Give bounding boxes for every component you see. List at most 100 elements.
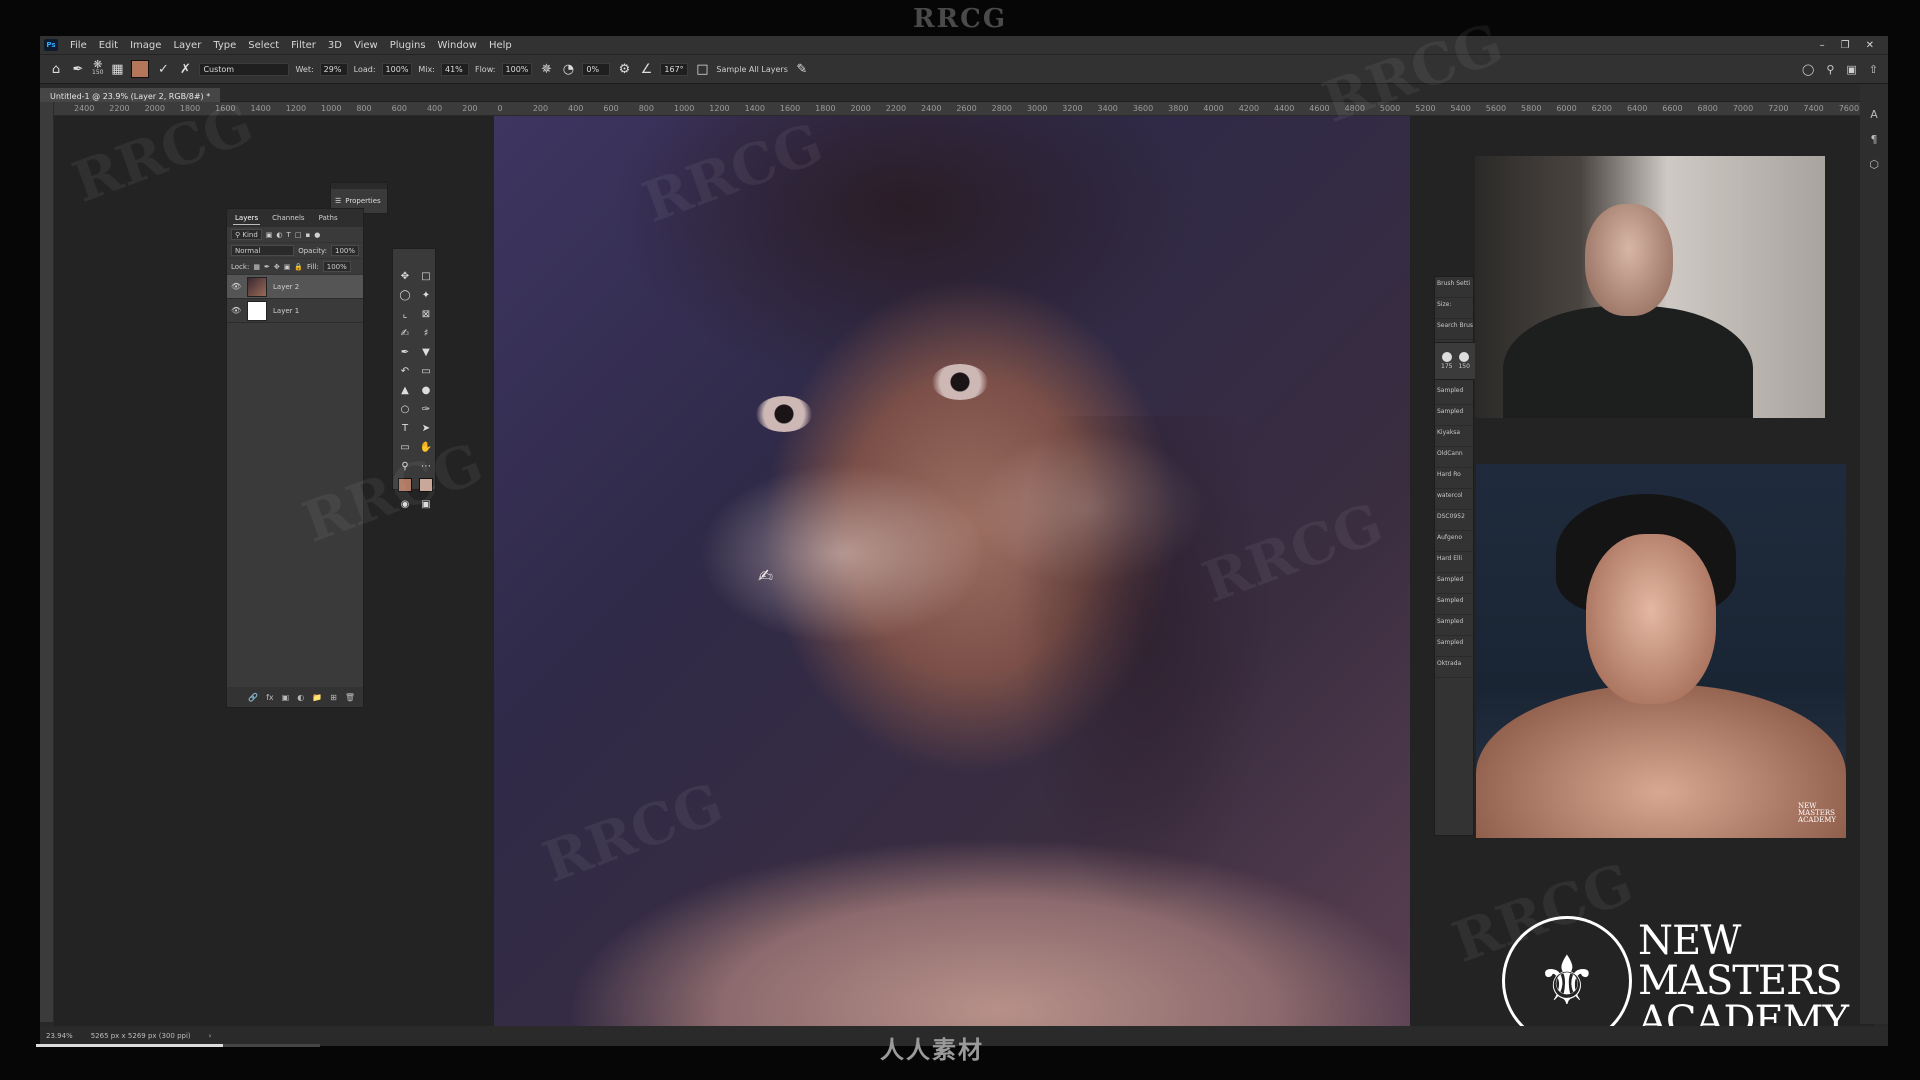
add-mask-icon[interactable]: ▣ (282, 693, 290, 702)
brush-preset-item[interactable]: Sampled (1435, 573, 1473, 594)
smoothing-field[interactable]: 0% (582, 62, 611, 76)
healing-tool-icon[interactable]: ♯ (424, 328, 429, 339)
restore-icon[interactable]: ❐ (1841, 40, 1850, 51)
search-icon[interactable]: ⚲ (1826, 63, 1834, 76)
new-layer-icon[interactable]: ⊞ (330, 693, 337, 702)
brush-preset-item[interactable]: Sampled (1435, 615, 1473, 636)
brush-preset-item[interactable]: Hard Elli (1435, 552, 1473, 573)
layer-style-icon[interactable]: fx (266, 693, 274, 702)
brush-settings-title[interactable]: Brush Setti (1435, 277, 1473, 298)
rectangle-tool-icon[interactable]: ▭ (400, 442, 409, 453)
pen-tool-icon[interactable]: ✑ (422, 404, 430, 415)
3d-panel-icon[interactable]: ⬡ (1869, 158, 1879, 171)
blur-tool-icon[interactable]: ● (422, 385, 431, 396)
type-tool-icon[interactable]: T (402, 423, 408, 434)
brush-size-picker[interactable]: ❋ 150 (92, 59, 103, 77)
filter-smart-icon[interactable]: ▪ (305, 231, 310, 239)
menu-type[interactable]: Type (207, 40, 242, 51)
airbrush-icon[interactable]: ✵ (538, 61, 554, 77)
menu-plugins[interactable]: Plugins (384, 40, 432, 51)
brush-preset-item[interactable]: Sampled (1435, 384, 1473, 405)
link-layers-icon[interactable]: 🔗 (248, 693, 258, 702)
menu-file[interactable]: File (64, 40, 93, 51)
brush-preset-item[interactable]: Hard Ro (1435, 468, 1473, 489)
fill-field[interactable]: 100% (322, 261, 351, 272)
background-color-swatch[interactable] (419, 478, 433, 492)
layer-row-layer-2[interactable]: 👁 Layer 2 (227, 275, 363, 299)
brush-tip[interactable]: 175 (1441, 352, 1452, 370)
tab-layers[interactable]: Layers (233, 212, 261, 225)
video-progress-bar[interactable] (36, 1044, 320, 1047)
history-brush-tool-icon[interactable]: ↶ (401, 366, 409, 377)
properties-label[interactable]: Properties (345, 197, 380, 205)
dodge-tool-icon[interactable]: ○ (401, 404, 410, 415)
lasso-tool-icon[interactable]: ◯ (399, 290, 410, 301)
adjustment-layer-icon[interactable]: ◐ (297, 693, 304, 702)
tab-paths[interactable]: Paths (317, 212, 340, 224)
path-select-tool-icon[interactable]: ➤ (422, 423, 430, 434)
load-field[interactable]: 100% (381, 62, 413, 76)
workspace-icon[interactable]: ▣ (1846, 63, 1856, 76)
lock-image-icon[interactable]: ✒ (264, 263, 270, 271)
hand-tool-icon[interactable]: ✋ (420, 442, 432, 453)
close-icon[interactable]: ✕ (1866, 40, 1874, 51)
wet-field[interactable]: 29% (319, 62, 348, 76)
filter-toggle-icon[interactable]: ● (314, 231, 320, 239)
properties-panel-header[interactable] (331, 183, 387, 189)
visibility-eye-icon[interactable]: 👁 (231, 306, 241, 315)
eraser-tool-icon[interactable]: ▭ (421, 366, 430, 377)
brush-preset-item[interactable]: Sampled (1435, 636, 1473, 657)
layer-filter-select[interactable]: ⚲ Kind (231, 229, 262, 240)
minimize-icon[interactable]: – (1820, 40, 1825, 51)
blend-preset-select[interactable]: Custom (199, 62, 290, 76)
current-brush-load-swatch[interactable] (131, 60, 150, 78)
brush-preset-item[interactable]: watercol (1435, 489, 1473, 510)
load-brush-icon[interactable]: ✓ (155, 61, 171, 77)
status-arrow-icon[interactable]: › (209, 1032, 212, 1040)
tab-channels[interactable]: Channels (270, 212, 306, 224)
brush-preset-item[interactable]: Sampled (1435, 405, 1473, 426)
filter-type-icon[interactable]: T (287, 231, 291, 239)
menu-image[interactable]: Image (124, 40, 167, 51)
lock-position-icon[interactable]: ✥ (274, 263, 280, 271)
foreground-color-swatch[interactable] (398, 478, 412, 492)
menu-help[interactable]: Help (483, 40, 518, 51)
brush-preset-item[interactable]: Sampled (1435, 594, 1473, 615)
flow-field[interactable]: 100% (501, 62, 533, 76)
smoothing-options-gear-icon[interactable]: ⚙ (616, 61, 632, 77)
filter-adjustment-icon[interactable]: ◐ (276, 231, 282, 239)
bucket-tool-icon[interactable]: ▲ (401, 385, 409, 396)
menu-edit[interactable]: Edit (93, 40, 124, 51)
move-tool-icon[interactable]: ✥ (401, 271, 409, 282)
delete-layer-icon[interactable]: 🗑 (345, 693, 355, 702)
menu-layer[interactable]: Layer (167, 40, 207, 51)
brush-search-input[interactable]: Search Brushes (1435, 319, 1473, 340)
learn-icon[interactable]: ◯ (1802, 63, 1814, 76)
filter-shape-icon[interactable]: □ (295, 231, 302, 239)
character-panel-icon[interactable]: A (1870, 108, 1878, 121)
filter-pixel-icon[interactable]: ▣ (266, 231, 273, 239)
visibility-eye-icon[interactable]: 👁 (231, 282, 241, 291)
more-tools-icon[interactable]: ⋯ (421, 461, 431, 472)
brush-preset-item[interactable]: Kiyaksa (1435, 426, 1473, 447)
lock-artboard-icon[interactable]: ▣ (284, 263, 291, 271)
brush-tool-icon[interactable]: ✒ (401, 347, 409, 358)
menu-select[interactable]: Select (242, 40, 285, 51)
crop-tool-icon[interactable]: ⌞ (403, 309, 408, 320)
sample-all-layers-checkbox[interactable]: □ (694, 61, 710, 77)
quick-mask-icon[interactable]: ◉ (401, 499, 410, 510)
portrait-painting[interactable] (494, 116, 1410, 1028)
zoom-level[interactable]: 23.94% (46, 1032, 73, 1040)
brush-preset-item[interactable]: DSC0952 (1435, 510, 1473, 531)
menu-3d[interactable]: 3D (322, 40, 348, 51)
home-icon[interactable]: ⌂ (48, 61, 64, 77)
new-group-icon[interactable]: 📁 (312, 693, 322, 702)
brush-preset-item[interactable]: OldCann (1435, 447, 1473, 468)
brush-preset-item[interactable]: Aufgeno (1435, 531, 1473, 552)
layer-row-layer-1[interactable]: 👁 Layer 1 (227, 299, 363, 323)
marquee-tool-icon[interactable]: □ (421, 271, 430, 282)
frame-tool-icon[interactable]: ⊠ (422, 309, 430, 320)
clean-brush-icon[interactable]: ✗ (177, 61, 193, 77)
menu-window[interactable]: Window (432, 40, 483, 51)
mixer-brush-tool-icon[interactable]: ✒ (70, 61, 86, 77)
